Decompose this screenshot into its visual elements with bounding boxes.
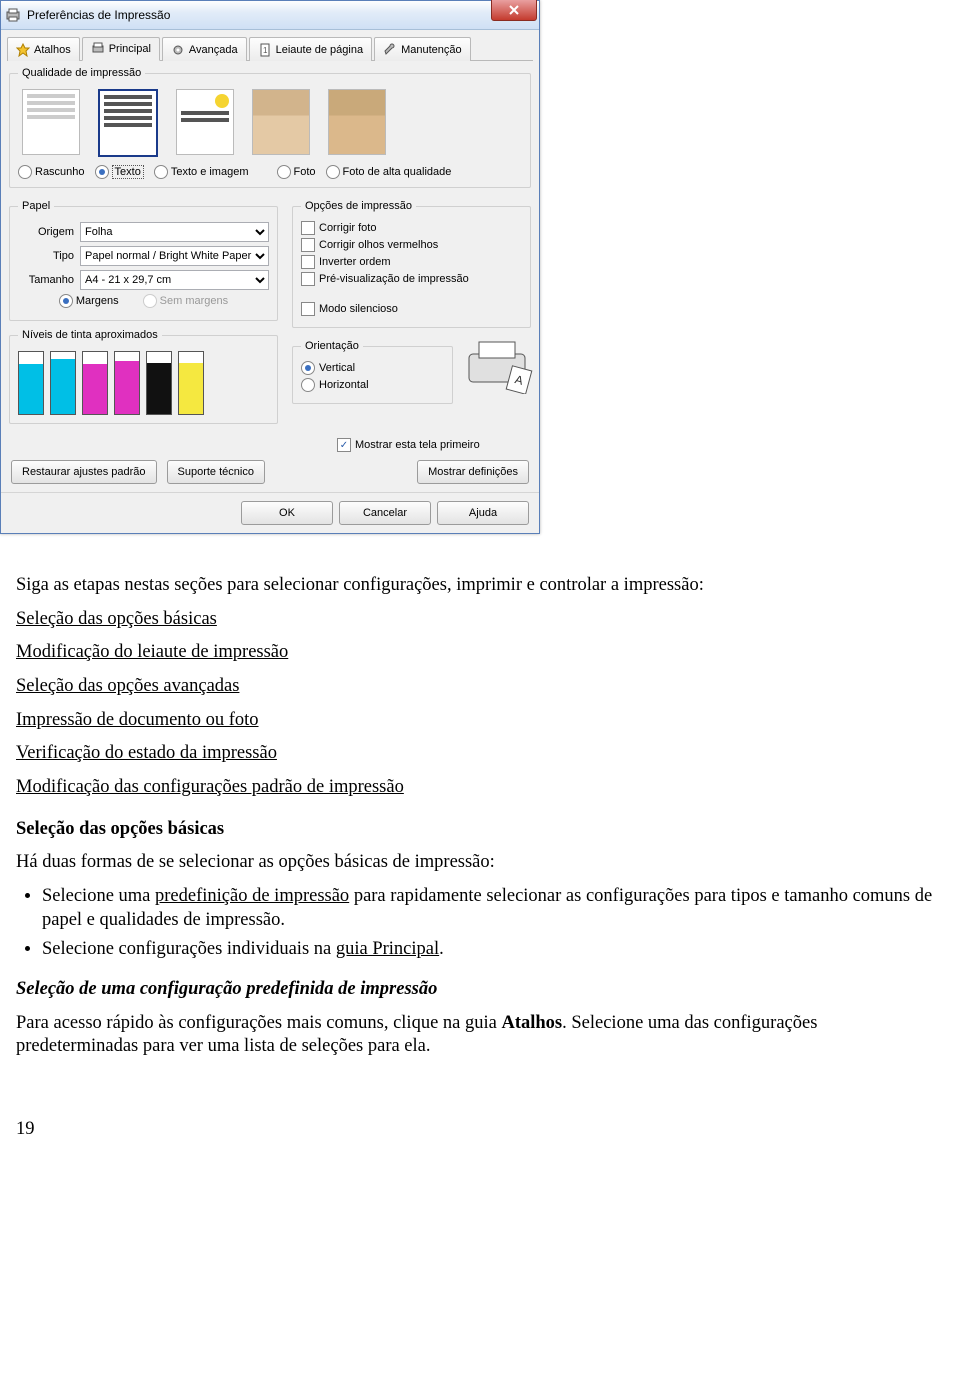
subheading-predefinida: Seleção de uma configuração predefinida …	[16, 978, 944, 1002]
ink-cartridge	[50, 351, 76, 415]
p-duas-formas: Há duas formas de se selecionar as opçõe…	[16, 851, 944, 875]
size-label: Tamanho	[18, 274, 74, 286]
radio-vertical[interactable]: Vertical	[301, 361, 444, 375]
link-documento-foto[interactable]: Impressão de documento ou foto	[16, 710, 259, 730]
support-button[interactable]: Suporte técnico	[167, 460, 265, 484]
bullet-1: Selecione uma predefinição de impressão …	[42, 885, 944, 932]
radio-sem-margens: Sem margens	[143, 294, 228, 308]
printer-icon	[91, 42, 105, 56]
chk-pre-visualizacao[interactable]: Pré-visualização de impressão	[301, 272, 522, 286]
document-body: Siga as etapas nestas seções para seleci…	[0, 554, 960, 1099]
thumb-rascunho[interactable]	[22, 89, 80, 155]
heading-basicas: Seleção das opções básicas	[16, 818, 944, 842]
ink-cartridge	[82, 351, 108, 415]
orientation-legend: Orientação	[301, 340, 363, 352]
ink-legend: Níveis de tinta aproximados	[18, 329, 162, 341]
radio-rascunho[interactable]: Rascunho	[18, 165, 85, 179]
link-opcoes-basicas[interactable]: Seleção das opções básicas	[16, 609, 217, 629]
radio-texto-imagem[interactable]: Texto e imagem	[154, 165, 249, 179]
svg-text:1: 1	[263, 46, 268, 55]
dialog-footer: OK Cancelar Ajuda	[1, 492, 539, 533]
origin-select[interactable]: Folha	[80, 222, 269, 242]
printer-preview-icon: A	[461, 336, 533, 394]
ink-cartridge	[178, 351, 204, 415]
radio-texto[interactable]: Texto	[95, 165, 144, 179]
wrench-icon	[383, 43, 397, 57]
ink-cartridge	[18, 351, 44, 415]
radio-horizontal[interactable]: Horizontal	[301, 378, 444, 392]
quality-legend: Qualidade de impressão	[18, 67, 145, 79]
tab-atalhos[interactable]: Atalhos	[7, 37, 80, 61]
thumb-foto[interactable]	[252, 89, 310, 155]
link-predefinicao[interactable]: predefinição de impressão	[155, 886, 349, 906]
print-options-group: Opções de impressão Corrigir foto Corrig…	[292, 200, 531, 328]
radio-foto[interactable]: Foto	[277, 165, 316, 179]
link-estado[interactable]: Verificação do estado da impressão	[16, 743, 277, 763]
ok-button[interactable]: OK	[241, 501, 333, 525]
ink-group: Níveis de tinta aproximados	[9, 329, 278, 424]
print-preferences-window: Preferências de Impressão Atalhos Princi…	[0, 0, 540, 534]
link-leiaute[interactable]: Modificação do leiaute de impressão	[16, 642, 288, 662]
tab-principal[interactable]: Principal	[82, 37, 160, 61]
thumb-foto-alta[interactable]	[328, 89, 386, 155]
gear-icon	[171, 43, 185, 57]
radio-margens[interactable]: Margens	[59, 294, 119, 308]
paper-group: Papel Origem Folha Tipo Papel normal / B…	[9, 200, 278, 321]
restore-button[interactable]: Restaurar ajustes padrão	[11, 460, 157, 484]
type-select[interactable]: Papel normal / Bright White Paper	[80, 246, 269, 266]
chk-corrigir-foto[interactable]: Corrigir foto	[301, 221, 522, 235]
printer-icon	[5, 7, 21, 23]
paper-legend: Papel	[18, 200, 54, 212]
orientation-group: Orientação Vertical Horizontal	[292, 340, 453, 404]
chk-olhos-vermelhos[interactable]: Corrigir olhos vermelhos	[301, 238, 522, 252]
p-acesso-rapido: Para acesso rápido às configurações mais…	[16, 1012, 944, 1059]
tab-avancada[interactable]: Avançada	[162, 37, 247, 61]
page-icon: 1	[258, 43, 272, 57]
titlebar[interactable]: Preferências de Impressão	[1, 1, 539, 30]
ink-cartridge	[114, 351, 140, 415]
star-icon	[16, 43, 30, 57]
thumb-texto[interactable]	[98, 89, 158, 157]
thumb-texto-imagem[interactable]	[176, 89, 234, 155]
tab-leiaute[interactable]: 1 Leiaute de página	[249, 37, 372, 61]
size-select[interactable]: A4 - 21 x 29,7 cm	[80, 270, 269, 290]
radio-foto-alta[interactable]: Foto de alta qualidade	[326, 165, 452, 179]
help-button[interactable]: Ajuda	[437, 501, 529, 525]
chk-modo-silencioso[interactable]: Modo silencioso	[301, 302, 522, 316]
quality-group: Qualidade de impressão Rascunho Texto Te…	[9, 67, 531, 188]
intro-text: Siga as etapas nestas seções para seleci…	[16, 574, 944, 598]
cancel-button[interactable]: Cancelar	[339, 501, 431, 525]
ink-cartridge	[146, 351, 172, 415]
link-avancadas[interactable]: Seleção das opções avançadas	[16, 676, 239, 696]
tab-manutencao[interactable]: Manutenção	[374, 37, 471, 61]
chk-inverter-ordem[interactable]: Inverter ordem	[301, 255, 522, 269]
window-title: Preferências de Impressão	[27, 8, 170, 22]
tab-bar: Atalhos Principal Avançada 1 Leiaute de …	[7, 36, 533, 61]
link-padrao[interactable]: Modificação das configurações padrão de …	[16, 777, 404, 797]
print-options-legend: Opções de impressão	[301, 200, 416, 212]
chk-mostrar-primeiro[interactable]: Mostrar esta tela primeiro	[337, 438, 533, 452]
page-number: 19	[0, 1099, 960, 1160]
show-defs-button[interactable]: Mostrar definições	[417, 460, 529, 484]
bullet-2: Selecione configurações individuais na g…	[42, 938, 944, 962]
close-button[interactable]	[491, 0, 537, 21]
link-guia-principal[interactable]: guia Principal	[336, 939, 439, 959]
type-label: Tipo	[18, 250, 74, 262]
origin-label: Origem	[18, 226, 74, 238]
